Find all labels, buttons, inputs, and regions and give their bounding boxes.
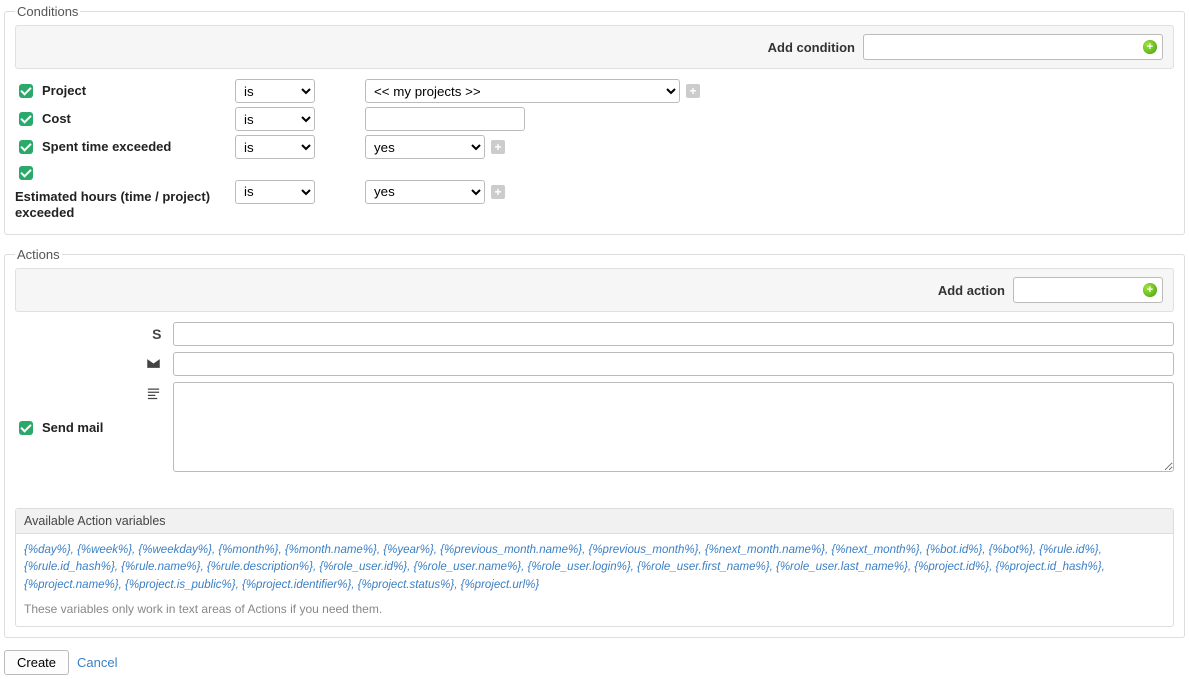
condition-row: Estimated hours (time / project) exceede… — [15, 163, 1174, 220]
body-textarea[interactable] — [173, 382, 1174, 472]
condition-value-select[interactable]: yes — [365, 180, 485, 204]
variables-note: These variables only work in text areas … — [16, 602, 1173, 626]
action-right: S — [143, 322, 1174, 478]
send-mail-checkbox[interactable] — [19, 421, 33, 435]
condition-row: Spent time exceeded is yes + — [15, 135, 1174, 159]
condition-checkbox[interactable] — [19, 112, 33, 126]
add-condition-select[interactable] — [863, 34, 1163, 60]
condition-operator-select[interactable]: is — [235, 79, 315, 103]
add-action-bar: Add action + — [15, 268, 1174, 312]
condition-label: Spent time exceeded — [42, 139, 171, 155]
condition-operator-select[interactable]: is — [235, 135, 315, 159]
add-condition-bar: Add condition + — [15, 25, 1174, 69]
condition-checkbox[interactable] — [19, 84, 33, 98]
condition-label-col: Spent time exceeded — [15, 137, 229, 157]
condition-operator-select[interactable]: is — [235, 107, 315, 131]
condition-checkbox[interactable] — [19, 140, 33, 154]
add-row-icon[interactable]: + — [491, 140, 505, 154]
condition-value-input[interactable] — [365, 107, 525, 131]
recipients-input[interactable] — [173, 352, 1174, 376]
variables-list: {%day%}, {%week%}, {%weekday%}, {%month%… — [16, 534, 1173, 602]
add-action-label: Add action — [938, 283, 1005, 298]
condition-value-select[interactable]: << my projects >> — [365, 79, 680, 103]
recipients-row — [143, 352, 1174, 376]
body-row — [143, 382, 1174, 472]
condition-row: Cost is — [15, 107, 1174, 131]
condition-label: Cost — [42, 111, 71, 127]
condition-label-col: Cost — [15, 109, 229, 129]
add-condition-select-wrap: + — [863, 34, 1163, 60]
add-row-icon[interactable]: + — [491, 185, 505, 199]
subject-input[interactable] — [173, 322, 1174, 346]
condition-value-select[interactable]: yes — [365, 135, 485, 159]
conditions-fieldset: Conditions Add condition + Project is <<… — [4, 4, 1185, 235]
condition-row: Project is << my projects >> + — [15, 79, 1174, 103]
variables-box: Available Action variables {%day%}, {%we… — [15, 508, 1174, 627]
variables-title: Available Action variables — [16, 509, 1173, 534]
add-action-select-wrap: + — [1013, 277, 1163, 303]
action-body: Send mail S — [15, 322, 1174, 478]
add-condition-label: Add condition — [768, 40, 855, 55]
condition-operator-select[interactable]: is — [235, 180, 315, 204]
actions-legend: Actions — [15, 247, 62, 262]
text-lines-icon — [143, 386, 161, 404]
action-left: Send mail — [15, 377, 103, 478]
send-mail-label: Send mail — [42, 420, 103, 435]
condition-label-col: Estimated hours (time / project) exceede… — [15, 163, 229, 220]
add-action-select[interactable] — [1013, 277, 1163, 303]
conditions-legend: Conditions — [15, 4, 80, 19]
envelope-icon — [143, 356, 161, 374]
subject-row: S — [143, 322, 1174, 346]
condition-checkbox[interactable] — [19, 166, 33, 180]
cancel-link[interactable]: Cancel — [77, 655, 117, 670]
add-row-icon[interactable]: + — [686, 84, 700, 98]
actions-fieldset: Actions Add action + Send mail S — [4, 247, 1185, 638]
subject-icon: S — [143, 326, 161, 342]
condition-label-col: Project — [15, 81, 229, 101]
condition-label: Project — [42, 83, 86, 99]
condition-label: Estimated hours (time / project) exceede… — [15, 189, 229, 220]
